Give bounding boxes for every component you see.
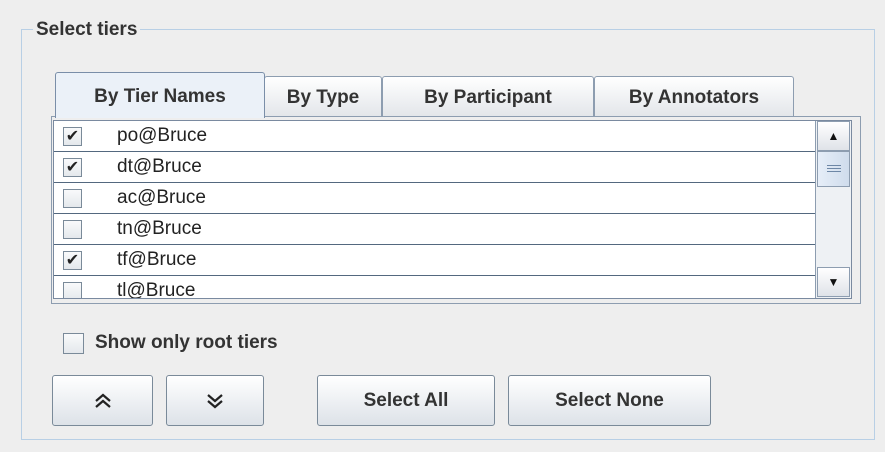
tier-label: dt@Bruce	[117, 156, 202, 177]
list-item[interactable]: ac@Bruce	[54, 183, 816, 214]
list-item[interactable]: ✔ dt@Bruce	[54, 152, 816, 183]
double-chevron-down-icon	[205, 393, 225, 409]
tab-by-type[interactable]: By Type	[264, 76, 382, 116]
tier-list[interactable]: ✔ po@Bruce ✔ dt@Bruce ac@Bruce tn@Bruce …	[53, 120, 852, 299]
list-item[interactable]: ✔ po@Bruce	[54, 121, 816, 152]
group-title: Select tiers	[33, 18, 141, 42]
tier-checkbox[interactable]	[63, 220, 82, 239]
tier-label: tf@Bruce	[117, 249, 197, 270]
list-item[interactable]: tl@Bruce	[54, 276, 816, 299]
checkmark-icon[interactable]: ✔	[63, 158, 82, 177]
tab-label: By Participant	[424, 86, 552, 108]
scroll-thumb[interactable]	[817, 151, 850, 187]
tab-by-annotators[interactable]: By Annotators	[594, 76, 794, 116]
show-root-tiers-label: Show only root tiers	[95, 332, 278, 353]
tier-checkbox[interactable]	[63, 282, 82, 298]
scroll-down-button[interactable]: ▼	[817, 267, 850, 297]
select-all-button[interactable]: Select All	[317, 375, 495, 426]
checkmark-icon[interactable]: ✔	[63, 251, 82, 270]
tier-label: ac@Bruce	[117, 187, 206, 208]
select-none-label: Select None	[555, 389, 664, 411]
tab-label: By Annotators	[628, 86, 760, 108]
triangle-up-icon: ▲	[827, 129, 840, 143]
show-root-tiers-checkbox[interactable]	[63, 333, 84, 354]
move-up-button[interactable]	[52, 375, 153, 426]
scroll-up-button[interactable]: ▲	[817, 121, 850, 151]
tab-label: By Type	[286, 86, 360, 108]
checkmark-icon[interactable]: ✔	[63, 127, 82, 146]
tab-label: By Tier Names	[94, 85, 226, 107]
double-chevron-up-icon	[93, 393, 113, 409]
move-down-button[interactable]	[166, 375, 264, 426]
tier-label: po@Bruce	[117, 125, 208, 146]
vertical-scrollbar[interactable]: ▲ ▼	[815, 121, 851, 298]
tier-label: tn@Bruce	[117, 218, 202, 239]
select-none-button[interactable]: Select None	[508, 375, 711, 426]
list-item[interactable]: tn@Bruce	[54, 214, 816, 245]
tab-by-participant[interactable]: By Participant	[382, 76, 594, 116]
tier-label: tl@Bruce	[117, 280, 196, 299]
triangle-down-icon: ▼	[827, 275, 840, 289]
select-all-label: Select All	[363, 389, 449, 411]
list-item[interactable]: ✔ tf@Bruce	[54, 245, 816, 276]
grip-icon	[826, 164, 841, 174]
tab-by-tier-names[interactable]: By Tier Names	[55, 72, 265, 118]
tier-checkbox[interactable]	[63, 189, 82, 208]
